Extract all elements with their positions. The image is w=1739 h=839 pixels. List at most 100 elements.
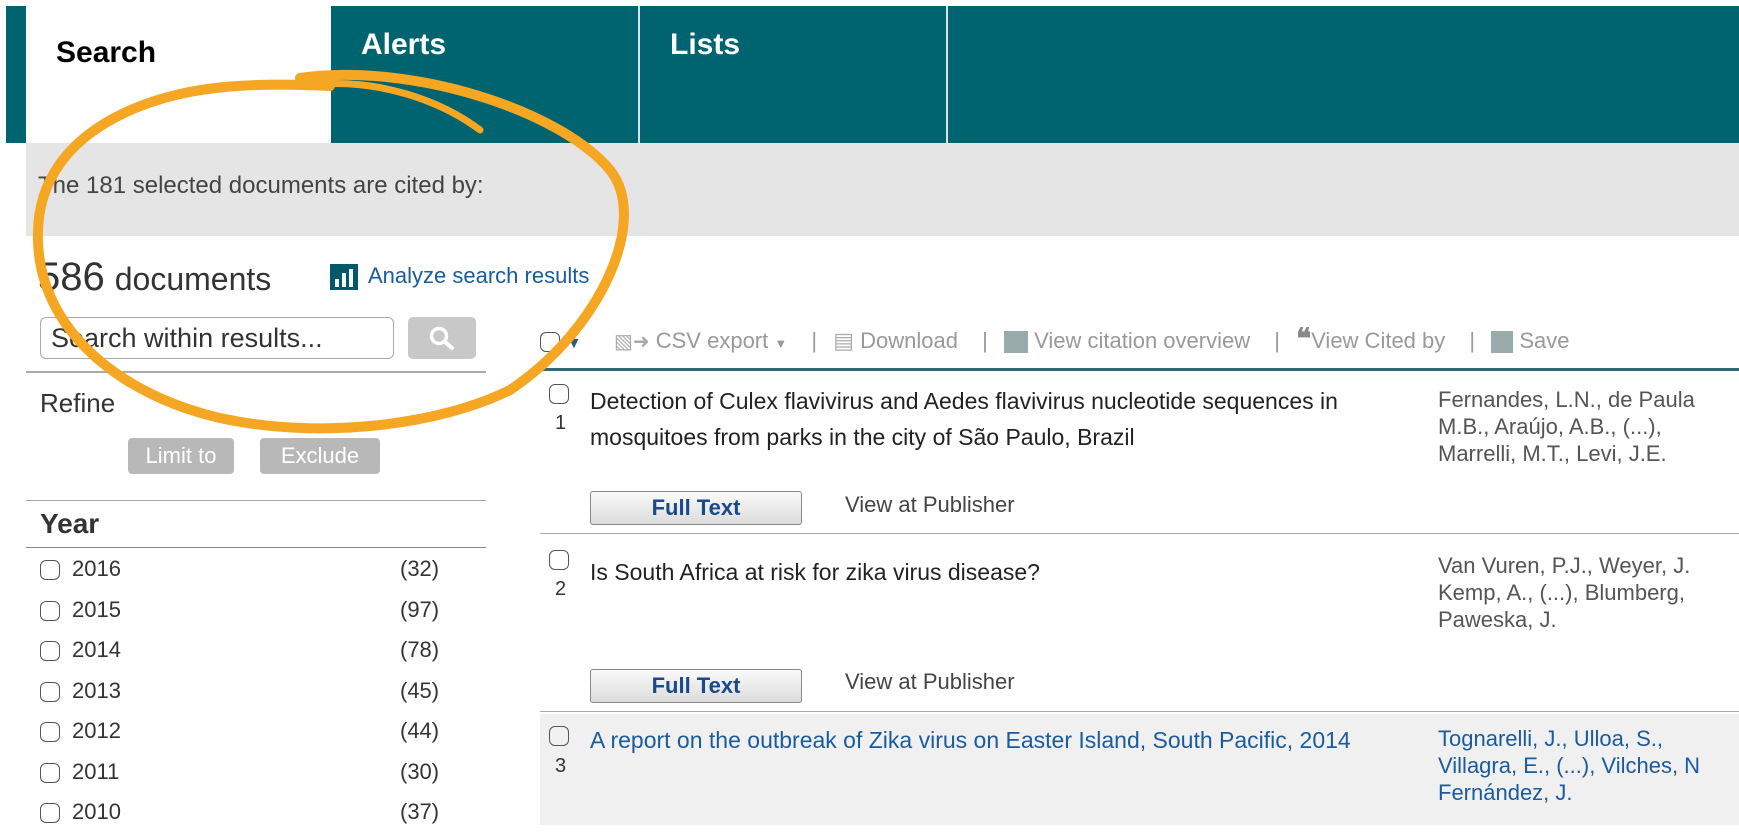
separator: | xyxy=(982,328,988,353)
analyze-label: Analyze search results xyxy=(368,263,590,288)
chevron-down-icon: ▼ xyxy=(774,336,788,351)
document-count-label: documents xyxy=(114,261,272,297)
document-count-number: 586 xyxy=(38,255,105,299)
year-filter-item[interactable]: 2016 (32) xyxy=(40,556,460,596)
result-authors-line: Fernandes, L.N., de Paula xyxy=(1438,387,1695,412)
year-filter-item[interactable]: 2012 (44) xyxy=(40,718,460,758)
result-authors-line: Paweska, J. xyxy=(1438,607,1557,632)
view-cited-by-button[interactable]: ❝View Cited by xyxy=(1296,322,1445,355)
result-title[interactable]: Detection of Culex flavivirus and Aedes … xyxy=(590,383,1410,455)
chevron-down-icon[interactable]: ▼ xyxy=(566,335,582,352)
limit-to-button[interactable]: Limit to xyxy=(128,438,234,474)
result-number: 2 xyxy=(555,578,567,600)
year-count: (78) xyxy=(400,637,440,662)
bar-chart-icon xyxy=(330,264,358,291)
tab-bar: Search Alerts Lists xyxy=(6,6,1739,143)
result-checkbox[interactable] xyxy=(549,726,569,746)
tab-alerts[interactable]: Alerts xyxy=(331,6,638,143)
year-label: 2012 xyxy=(72,718,121,743)
csv-export-label: CSV export xyxy=(655,328,769,353)
result-authors-line: Van Vuren, P.J., Weyer, J. xyxy=(1438,553,1691,578)
year-label: 2015 xyxy=(72,597,121,622)
year-filter-item[interactable]: 2010 (37) xyxy=(40,799,460,839)
analyze-search-results-link[interactable]: Analyze search results xyxy=(330,263,590,291)
divider xyxy=(540,368,1739,371)
top-navigation: Search Alerts Lists xyxy=(0,0,1739,143)
year-filter-item[interactable]: 2011 (30) xyxy=(40,759,460,799)
tab-lists-label: Lists xyxy=(670,28,741,61)
result-authors-line: Kemp, A., (...), Blumberg, xyxy=(1438,580,1685,605)
separator: | xyxy=(1469,328,1476,353)
checkbox[interactable] xyxy=(40,722,60,743)
view-at-publisher-link[interactable]: View at Publisher xyxy=(845,492,1015,518)
separator: | xyxy=(811,328,818,353)
checkbox[interactable] xyxy=(40,763,60,784)
exclude-button[interactable]: Exclude xyxy=(260,438,380,474)
year-label: 2011 xyxy=(72,759,120,784)
result-checkbox[interactable] xyxy=(549,384,569,404)
csv-export-button[interactable]: ▧➜ CSV export ▼ xyxy=(614,328,787,354)
result-authors-line[interactable]: Fernández, J. xyxy=(1438,779,1573,806)
save-button[interactable]: Save xyxy=(1491,328,1570,354)
download-label: Download xyxy=(860,328,958,353)
result-title[interactable]: A report on the outbreak of Zika virus o… xyxy=(590,722,1410,758)
save-icon xyxy=(1491,331,1514,354)
save-label: Save xyxy=(1519,328,1570,353)
year-filter-item[interactable]: 2013 (45) xyxy=(40,678,460,718)
result-authors-line: Marrelli, M.T., Levi, J.E. xyxy=(1438,441,1667,466)
view-cited-by-label: View Cited by xyxy=(1311,328,1446,353)
tab-alerts-label: Alerts xyxy=(361,28,447,61)
citation-overview-label: View citation overview xyxy=(1034,328,1251,353)
year-heading: Year xyxy=(40,508,100,539)
divider xyxy=(540,711,1739,712)
tab-lists[interactable]: Lists xyxy=(640,6,946,143)
refine-heading: Refine xyxy=(40,388,116,418)
result-title[interactable]: Is South Africa at risk for zika virus d… xyxy=(590,554,1410,590)
result-checkbox[interactable] xyxy=(549,550,569,570)
year-count: (30) xyxy=(400,759,440,784)
result-number: 3 xyxy=(555,755,567,777)
full-text-button[interactable]: Full Text xyxy=(590,491,802,525)
citation-overview-button[interactable]: View citation overview xyxy=(1003,328,1251,354)
divider xyxy=(26,547,486,548)
tab-divider xyxy=(946,6,948,143)
document-icon: ▤ xyxy=(833,328,855,353)
tab-search[interactable]: Search xyxy=(26,6,331,143)
search-icon xyxy=(429,326,454,350)
year-count: (44) xyxy=(400,718,440,743)
year-filter-item[interactable]: 2014 (78) xyxy=(40,637,460,677)
result-number: 1 xyxy=(555,412,567,434)
year-label: 2014 xyxy=(72,637,121,662)
divider xyxy=(540,533,1739,534)
search-button[interactable] xyxy=(408,317,476,359)
tab-search-label: Search xyxy=(56,36,157,69)
year-count: (97) xyxy=(400,597,440,622)
result-authors-line[interactable]: Villagra, E., (...), Vilches, N xyxy=(1438,752,1700,779)
checkbox[interactable] xyxy=(40,682,60,703)
year-label: 2016 xyxy=(72,556,121,581)
export-icon: ▧➜ xyxy=(613,331,650,353)
result-authors-line[interactable]: Tognarelli, J., Ulloa, S., xyxy=(1438,725,1663,752)
result-authors-line: M.B., Araújo, A.B., (...), xyxy=(1438,414,1662,439)
select-all-checkbox[interactable]: ▼ xyxy=(540,328,582,354)
view-at-publisher-link[interactable]: View at Publisher xyxy=(845,669,1015,695)
results-toolbar: ▼ ▧➜ CSV export ▼ | ▤ Download | View ci… xyxy=(540,322,1578,355)
year-label: 2013 xyxy=(72,678,121,703)
checkbox[interactable] xyxy=(40,560,60,581)
year-count: (45) xyxy=(400,678,440,703)
checkbox[interactable] xyxy=(40,803,60,824)
divider xyxy=(26,500,486,501)
year-count: (32) xyxy=(400,556,440,581)
year-filter-item[interactable]: 2015 (97) xyxy=(40,597,460,637)
cited-by-text: The 181 selected documents are cited by: xyxy=(38,172,484,199)
quote-icon: ❝ xyxy=(1296,323,1312,354)
document-count: 586 documents xyxy=(38,255,271,300)
separator: | xyxy=(1274,328,1280,353)
checkbox[interactable] xyxy=(40,641,60,662)
bar-chart-icon xyxy=(1003,331,1028,354)
year-count: (37) xyxy=(400,799,440,824)
download-button[interactable]: ▤ Download xyxy=(833,328,958,354)
search-within-input[interactable] xyxy=(40,317,394,359)
full-text-button[interactable]: Full Text xyxy=(590,669,802,703)
checkbox[interactable] xyxy=(40,601,60,622)
